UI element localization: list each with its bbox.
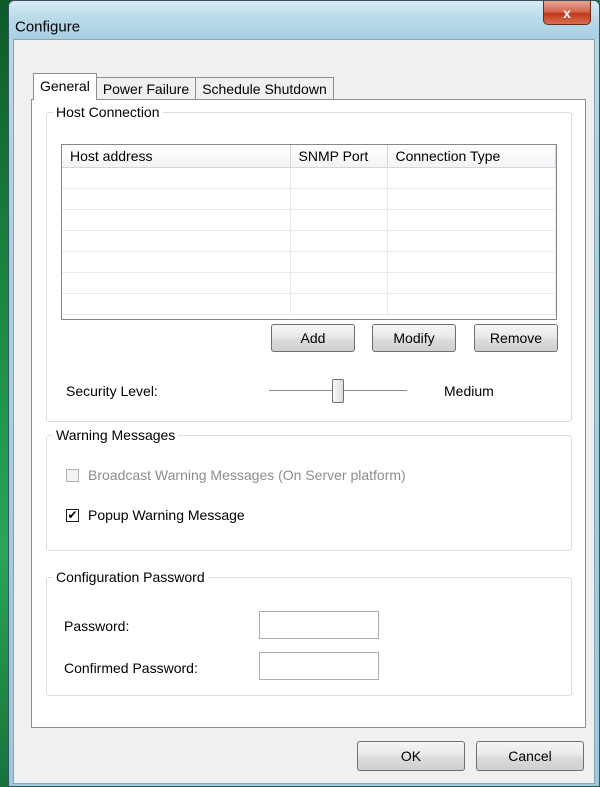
confirmed-password-label: Confirmed Password: <box>64 660 198 676</box>
table-row <box>62 272 556 294</box>
title-bar[interactable]: Configure x <box>9 1 599 39</box>
password-field[interactable] <box>259 611 379 639</box>
tab-power-failure[interactable]: Power Failure <box>95 77 197 100</box>
general-tab-panel: Host Connection Host address SNMP Port C… <box>31 99 586 728</box>
popup-warning-checkbox[interactable]: ✔ <box>66 509 79 522</box>
security-slider-thumb[interactable] <box>332 379 344 403</box>
host-connection-group: Host Connection Host address SNMP Port C… <box>46 104 572 422</box>
host-list[interactable]: Host address SNMP Port Connection Type <box>61 144 557 320</box>
column-host-address[interactable]: Host address <box>62 145 291 168</box>
cancel-button[interactable]: Cancel <box>476 741 584 771</box>
close-button[interactable]: x <box>543 1 591 25</box>
warning-messages-group: Warning Messages Broadcast Warning Messa… <box>46 427 572 551</box>
ok-button[interactable]: OK <box>357 741 465 771</box>
password-label: Password: <box>64 618 130 634</box>
table-row <box>62 293 556 315</box>
broadcast-warning-label: Broadcast Warning Messages (On Server pl… <box>88 467 406 483</box>
remove-button[interactable]: Remove <box>474 324 558 352</box>
table-row <box>62 188 556 210</box>
tab-schedule-shutdown[interactable]: Schedule Shutdown <box>195 77 334 100</box>
add-button[interactable]: Add <box>271 324 355 352</box>
checkmark-icon: ✔ <box>67 508 78 522</box>
configuration-password-legend: Configuration Password <box>56 569 205 585</box>
column-snmp-port[interactable]: SNMP Port <box>290 145 388 168</box>
confirmed-password-field[interactable] <box>259 652 379 680</box>
broadcast-warning-checkbox[interactable] <box>66 469 79 482</box>
security-level-label: Security Level: <box>66 383 158 399</box>
close-icon: x <box>563 4 571 21</box>
table-row <box>62 209 556 231</box>
table-row <box>62 167 556 189</box>
tab-strip: General Power Failure Schedule Shutdown <box>33 73 334 100</box>
security-level-value: Medium <box>444 383 494 399</box>
tab-general[interactable]: General <box>33 73 97 100</box>
modify-button[interactable]: Modify <box>372 324 456 352</box>
column-connection-type[interactable]: Connection Type <box>387 145 556 168</box>
dialog-client-area: General Power Failure Schedule Shutdown … <box>13 39 595 784</box>
host-connection-legend: Host Connection <box>56 104 160 120</box>
configuration-password-group: Configuration Password Password: Confirm… <box>46 569 572 696</box>
table-row <box>62 251 556 273</box>
warning-messages-legend: Warning Messages <box>56 427 176 443</box>
table-row <box>62 230 556 252</box>
window-title: Configure <box>15 18 81 36</box>
configure-dialog: Configure x General Power Failure Schedu… <box>8 0 600 787</box>
popup-warning-label: Popup Warning Message <box>88 507 245 523</box>
